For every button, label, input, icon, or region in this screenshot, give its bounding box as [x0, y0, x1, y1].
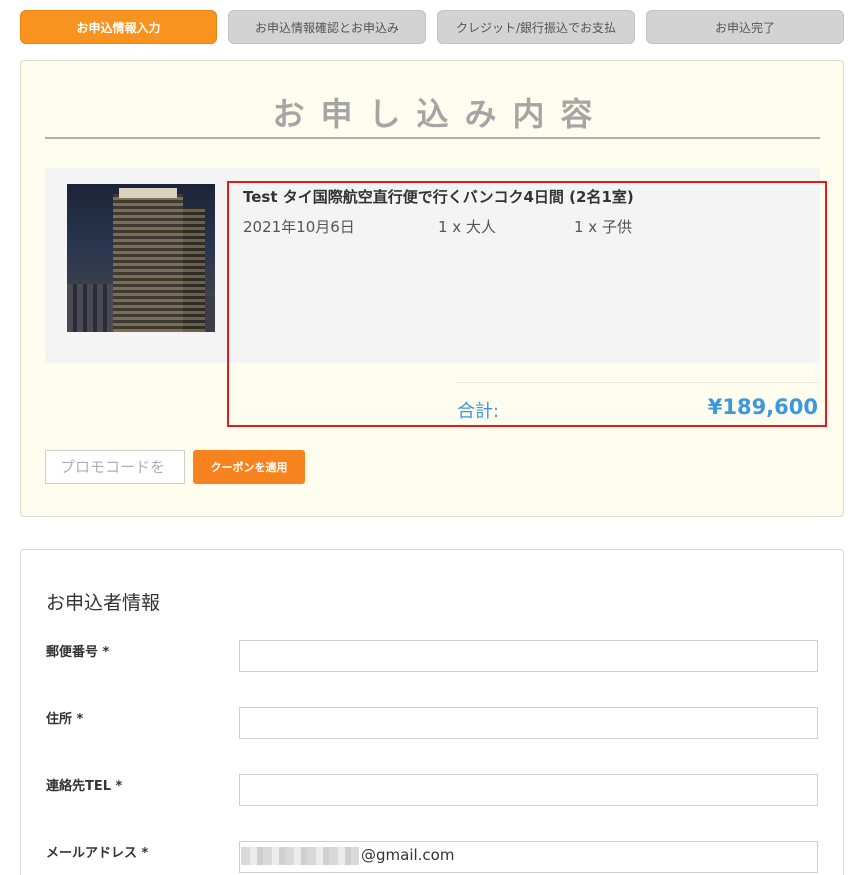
- email-label: メールアドレス *: [46, 846, 149, 861]
- city-building: [205, 296, 215, 332]
- progress-steps: お申込情報入力 お申込情報確認とお申込み クレジット/銀行振込でお支払 お申込完…: [20, 10, 844, 44]
- hotel-tower: [113, 194, 183, 332]
- travel-date: 2021年10月6日: [243, 218, 355, 236]
- adult-count: 1 x 大人: [438, 218, 496, 236]
- total-label: 合計:: [457, 401, 500, 422]
- promo-code-input[interactable]: [45, 450, 185, 484]
- step-confirm-application: お申込情報確認とお申込み: [228, 10, 426, 44]
- phone-label: 連絡先TEL *: [46, 779, 123, 794]
- city-lights: [67, 284, 113, 332]
- hotel-tower-top: [119, 188, 177, 198]
- hotel-image: [67, 184, 215, 332]
- applicant-info-title: お申込者情報: [46, 592, 161, 614]
- product-name: Test タイ国際航空直行便で行くバンコク4日間 (2名1室): [243, 188, 634, 206]
- step-payment: クレジット/銀行振込でお支払: [437, 10, 635, 44]
- total-value: ¥189,600: [707, 395, 818, 419]
- email-domain: @gmail.com: [361, 846, 455, 864]
- hotel-tower-side: [183, 208, 205, 332]
- order-title: お申し込み内容: [272, 95, 609, 133]
- title-divider: [45, 137, 820, 139]
- step-complete: お申込完了: [646, 10, 844, 44]
- step-application-input: お申込情報入力: [20, 10, 217, 44]
- phone-field[interactable]: [239, 774, 818, 806]
- address-label: 住所 *: [46, 712, 84, 727]
- email-redacted-part: [241, 847, 359, 865]
- total-divider: [457, 382, 819, 383]
- postal-code-field[interactable]: [239, 640, 818, 672]
- apply-coupon-button[interactable]: クーポンを適用: [193, 450, 305, 484]
- child-count: 1 x 子供: [574, 218, 632, 236]
- address-field[interactable]: [239, 707, 818, 739]
- postal-code-label: 郵便番号 *: [46, 645, 110, 660]
